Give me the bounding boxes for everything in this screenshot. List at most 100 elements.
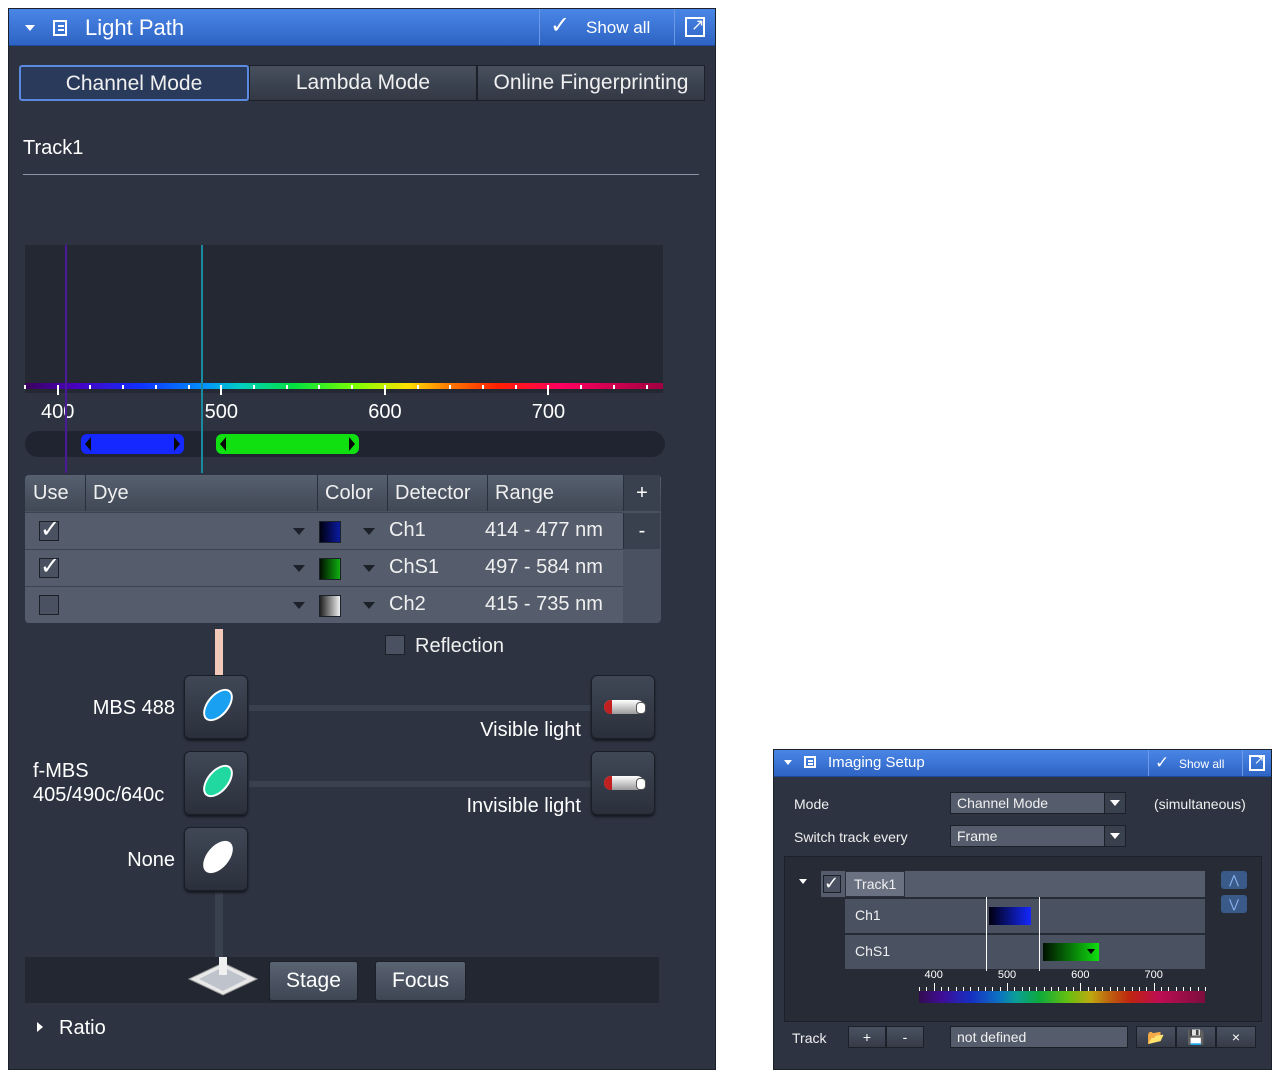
imaging-setup-titlebar[interactable]: Imaging Setup ✓ Show all ↗ bbox=[774, 750, 1271, 777]
track-checkbox[interactable]: ✓ bbox=[823, 874, 841, 893]
axis-minor-tick bbox=[449, 385, 452, 389]
stage-icon[interactable] bbox=[187, 957, 259, 997]
checkmark-icon: ✓ bbox=[550, 12, 571, 39]
stage-button[interactable]: Stage bbox=[269, 961, 358, 1001]
switch-track-value: Frame bbox=[957, 828, 998, 844]
axis-tick-label: 600 bbox=[368, 401, 402, 423]
header-detector: Detector bbox=[395, 482, 471, 504]
track-row[interactable]: ✓ Track1 bbox=[821, 871, 1205, 897]
ratio-section-toggle[interactable]: Ratio bbox=[37, 1017, 106, 1040]
channel-range-bar bbox=[989, 907, 1031, 925]
save-config-button[interactable]: 💾 bbox=[1176, 1026, 1216, 1048]
axis-minor-tick bbox=[253, 385, 256, 389]
color-dropdown-icon[interactable] bbox=[363, 565, 375, 572]
axis-major-tick bbox=[1007, 983, 1008, 991]
color-swatch[interactable] bbox=[319, 595, 341, 617]
axis-tick-label: 500 bbox=[997, 969, 1017, 981]
range-handle-left-icon[interactable] bbox=[84, 437, 91, 451]
channel-name: Ch1 bbox=[855, 907, 881, 923]
header-color: Color bbox=[325, 482, 373, 504]
dye-dropdown-icon[interactable] bbox=[293, 602, 305, 609]
imaging-setup-panel-icon bbox=[804, 756, 816, 768]
range-value: 497 - 584 nm bbox=[485, 556, 603, 578]
switch-track-select[interactable]: Frame bbox=[950, 825, 1126, 847]
mode-select-value: Channel Mode bbox=[957, 795, 1049, 811]
move-down-button[interactable]: ⋁ bbox=[1221, 895, 1247, 913]
popout-button[interactable]: ↗ bbox=[674, 9, 715, 45]
add-channel-button[interactable]: + bbox=[623, 475, 660, 511]
show-all-toggle[interactable]: ✓ Show all bbox=[1148, 750, 1243, 776]
tab-channel-mode[interactable]: Channel Mode bbox=[19, 65, 249, 101]
axis-minor-tick bbox=[351, 385, 354, 389]
axis-tick-label: 600 bbox=[1071, 969, 1090, 981]
dye-dropdown-icon[interactable] bbox=[293, 565, 305, 572]
axis-tick-label: 400 bbox=[41, 401, 75, 423]
reflection-label: Reflection bbox=[415, 635, 504, 657]
use-checkbox[interactable] bbox=[39, 595, 59, 615]
spectrum-view bbox=[25, 245, 663, 393]
color-swatch[interactable] bbox=[319, 558, 341, 580]
visible-light-button[interactable] bbox=[591, 675, 655, 739]
channel-row: ✓ ChS1 497 - 584 nm bbox=[25, 549, 623, 586]
lamp-icon bbox=[604, 700, 646, 714]
invisible-light-button[interactable] bbox=[591, 751, 655, 815]
delete-config-button[interactable]: × bbox=[1216, 1026, 1256, 1048]
track-list: ✓ Track1 Ch1 ChS1 400 500 600 700 ⋀ ⋁ bbox=[784, 856, 1262, 1022]
mode-note: (simultaneous) bbox=[1154, 796, 1246, 812]
axis-minor-tick bbox=[187, 385, 190, 389]
tab-lambda-mode[interactable]: Lambda Mode bbox=[249, 65, 477, 101]
save-icon: 💾 bbox=[1187, 1029, 1205, 1045]
light-path-titlebar[interactable]: Light Path ✓ Show all ↗ bbox=[9, 9, 715, 46]
range-value: 415 - 735 nm bbox=[485, 593, 603, 615]
add-track-button[interactable]: + bbox=[848, 1026, 886, 1048]
collapse-triangle-icon[interactable] bbox=[784, 760, 792, 765]
axis-major-tick bbox=[220, 385, 223, 395]
laser-line-405 bbox=[64, 245, 67, 473]
tab-online-fingerprinting[interactable]: Online Fingerprinting bbox=[477, 65, 705, 101]
header-range: Range bbox=[495, 482, 554, 504]
remove-track-button[interactable]: - bbox=[886, 1026, 924, 1048]
visible-light-label: Visible light bbox=[480, 719, 581, 741]
axis-minor-tick bbox=[24, 385, 26, 389]
mirror-icon bbox=[197, 835, 239, 879]
reflection-option[interactable]: Reflection bbox=[385, 635, 504, 658]
axis-minor-tick bbox=[580, 385, 583, 389]
popout-button[interactable]: ↗ bbox=[1242, 750, 1271, 776]
use-checkbox[interactable]: ✓ bbox=[39, 555, 60, 579]
spectrum-color-bar bbox=[919, 991, 1205, 1003]
channel-row[interactable]: ChS1 bbox=[845, 935, 1205, 969]
range-handle-right-icon[interactable] bbox=[173, 437, 180, 451]
collapse-triangle-icon[interactable] bbox=[25, 25, 35, 31]
mirror-label-mbs488: MBS 488 bbox=[92, 697, 175, 719]
reflection-checkbox[interactable] bbox=[385, 635, 405, 655]
range-handle-left-icon[interactable] bbox=[220, 437, 227, 451]
none-mirror-button[interactable] bbox=[184, 827, 248, 891]
range-bar-chs1[interactable] bbox=[216, 434, 359, 454]
color-swatch[interactable] bbox=[319, 521, 341, 543]
remove-channel-button[interactable]: - bbox=[623, 513, 660, 549]
open-config-button[interactable]: 📂 bbox=[1136, 1026, 1176, 1048]
header-dye: Dye bbox=[93, 482, 129, 504]
channel-row[interactable]: Ch1 bbox=[845, 899, 1205, 933]
color-dropdown-icon[interactable] bbox=[363, 602, 375, 609]
range-bar-ch1[interactable] bbox=[80, 434, 184, 454]
axis-minor-tick bbox=[612, 385, 615, 389]
invisible-light-label: Invisible light bbox=[466, 795, 581, 817]
dye-dropdown-icon[interactable] bbox=[293, 528, 305, 535]
mbs488-mirror-button[interactable] bbox=[184, 675, 248, 739]
axis-major-tick bbox=[1080, 983, 1082, 991]
track-divider bbox=[23, 174, 699, 175]
track-config-field[interactable]: not defined bbox=[950, 1026, 1128, 1048]
axis-minor-tick bbox=[318, 385, 321, 389]
mode-select[interactable]: Channel Mode bbox=[950, 792, 1126, 814]
focus-button[interactable]: Focus bbox=[375, 961, 467, 1001]
detector-name: ChS1 bbox=[389, 556, 440, 578]
use-checkbox[interactable]: ✓ bbox=[39, 518, 60, 542]
fmbs-mirror-button[interactable] bbox=[184, 751, 248, 815]
folder-icon: 📂 bbox=[1147, 1029, 1165, 1045]
show-all-toggle[interactable]: ✓ Show all bbox=[539, 9, 675, 45]
move-up-button[interactable]: ⋀ bbox=[1221, 871, 1247, 889]
color-dropdown-icon[interactable] bbox=[363, 528, 375, 535]
range-handle-right-icon[interactable] bbox=[348, 437, 355, 451]
collapse-triangle-icon[interactable] bbox=[799, 879, 807, 884]
